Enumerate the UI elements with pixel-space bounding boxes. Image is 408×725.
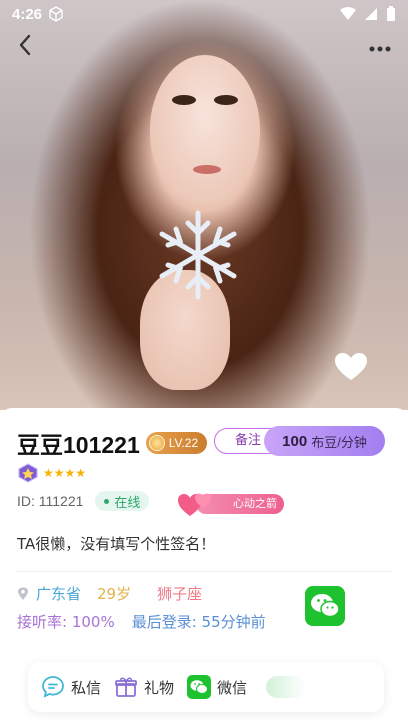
private-message-button[interactable]: 私信 bbox=[41, 675, 101, 699]
username: 豆豆101221 bbox=[17, 432, 140, 458]
answer-rate-text: 接听率: 100% bbox=[17, 613, 115, 631]
user-id: ID: 111221 bbox=[17, 493, 84, 509]
action-label: 礼物 bbox=[144, 678, 175, 697]
last-login-text: 最后登录: 55分钟前 bbox=[131, 613, 266, 631]
rank-badge-icon bbox=[18, 463, 38, 483]
back-button[interactable] bbox=[12, 34, 38, 62]
signature-text: TA很懒，没有填写个性签名！ bbox=[17, 535, 216, 553]
wifi-icon bbox=[340, 7, 356, 20]
more-dots-icon bbox=[369, 46, 391, 52]
snowflake-icon bbox=[159, 210, 237, 300]
bottom-action-bar: 私信 礼物 微信 bbox=[28, 662, 384, 712]
action-label: 私信 bbox=[71, 678, 102, 697]
message-icon bbox=[42, 676, 64, 698]
wechat-button[interactable]: 微信 bbox=[187, 675, 247, 699]
level-text: LV.22 bbox=[168, 436, 199, 450]
profile-photo[interactable] bbox=[0, 0, 408, 410]
status-time: 4:26 bbox=[12, 5, 43, 23]
star-rating: ★★★★ bbox=[43, 466, 87, 480]
age-text: 29岁 bbox=[97, 585, 132, 603]
price-unit: 布豆/分钟 bbox=[311, 434, 367, 450]
province-text: 广东省 bbox=[36, 585, 82, 603]
online-label: 在线 bbox=[114, 495, 141, 511]
wechat-highlight bbox=[266, 676, 306, 698]
wechat-icon[interactable] bbox=[305, 586, 345, 626]
portrait-face bbox=[150, 55, 260, 205]
name-row: 豆豆101221 LV.22 bbox=[17, 428, 208, 458]
remark-label: 备注 bbox=[235, 433, 262, 448]
battery-icon bbox=[387, 6, 395, 21]
level-badge: LV.22 bbox=[145, 432, 208, 454]
heart-arrow-tag: 心动之箭 bbox=[176, 488, 286, 520]
online-status-badge: 在线 bbox=[95, 491, 150, 511]
gift-button[interactable]: 礼物 bbox=[114, 675, 174, 699]
portrait-lips bbox=[193, 165, 221, 174]
signal-icon bbox=[365, 8, 377, 20]
zodiac-text: 狮子座 bbox=[157, 585, 203, 603]
section-divider bbox=[17, 571, 391, 572]
portrait-eye bbox=[172, 95, 196, 105]
stats-row: 接听率: 100% 最后登录: 55分钟前 bbox=[17, 611, 266, 632]
profile-info-panel: 豆豆101221 LV.22 备注 100 布豆/分钟 ★★★★ ID: 111… bbox=[0, 408, 408, 725]
like-heart-button[interactable] bbox=[334, 352, 368, 382]
id-row: ID: 111221 在线 bbox=[17, 490, 150, 512]
location-row: 广东省 29岁 狮子座 bbox=[17, 583, 202, 604]
wechat-icon bbox=[187, 675, 212, 699]
level-coin-icon bbox=[148, 435, 165, 451]
chevron-left-icon bbox=[19, 34, 31, 56]
location-pin-icon bbox=[18, 587, 28, 600]
call-price-tag[interactable]: 100 布豆/分钟 bbox=[264, 426, 385, 456]
status-bar: 4:26 bbox=[0, 0, 408, 28]
portrait-eye bbox=[214, 95, 238, 105]
action-label: 微信 bbox=[217, 678, 248, 697]
cube-icon bbox=[49, 6, 63, 22]
gift-icon bbox=[115, 677, 137, 697]
online-dot-icon bbox=[104, 498, 110, 504]
more-button[interactable] bbox=[368, 36, 392, 60]
badge-row: ★★★★ bbox=[17, 463, 86, 483]
hearts-icon bbox=[178, 493, 211, 516]
price-amount: 100 bbox=[282, 432, 308, 450]
